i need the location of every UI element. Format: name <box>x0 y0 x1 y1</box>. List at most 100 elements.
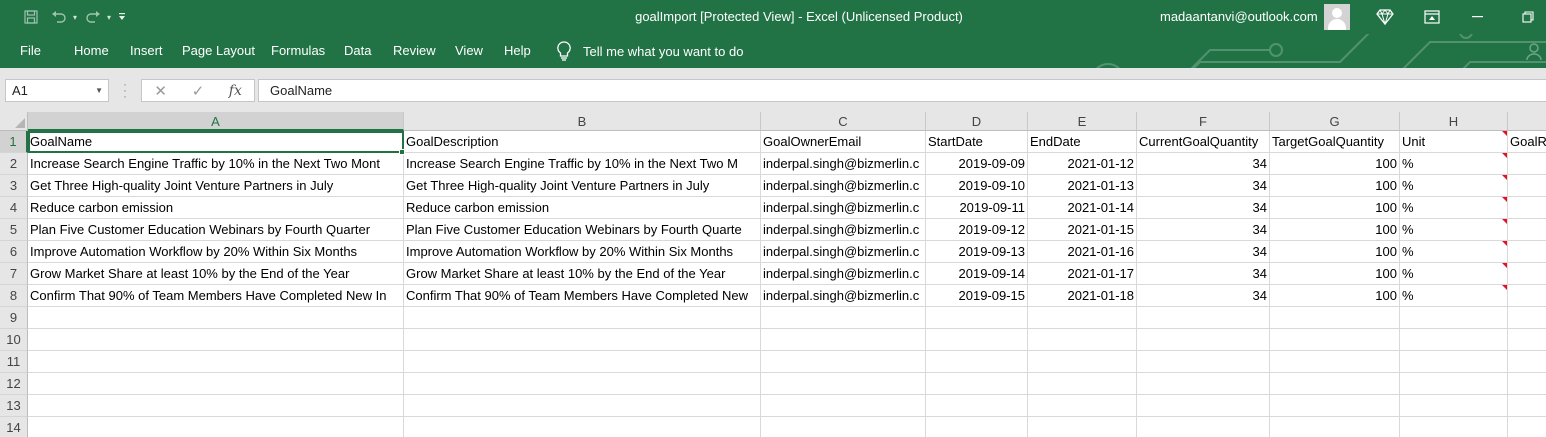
table-cell[interactable]: 34 <box>1137 197 1270 219</box>
row-header[interactable]: 6 <box>0 241 28 263</box>
header-cell[interactable]: CurrentGoalQuantity <box>1137 131 1270 153</box>
table-cell[interactable] <box>761 395 926 417</box>
tab-view[interactable]: View <box>455 34 483 68</box>
table-cell[interactable]: 34 <box>1137 263 1270 285</box>
table-cell[interactable] <box>1400 329 1508 351</box>
table-cell[interactable]: Reduce carbon emission <box>28 197 404 219</box>
table-cell[interactable] <box>1270 307 1400 329</box>
table-cell[interactable] <box>404 329 761 351</box>
table-cell[interactable] <box>28 351 404 373</box>
name-box[interactable]: A1 ▼ <box>5 79 109 102</box>
header-cell[interactable]: TargetGoalQuantity <box>1270 131 1400 153</box>
table-cell[interactable]: 2021-01-14 <box>1028 197 1137 219</box>
table-cell[interactable] <box>404 351 761 373</box>
table-cell[interactable] <box>1028 351 1137 373</box>
row-header[interactable]: 2 <box>0 153 28 175</box>
table-cell[interactable] <box>1028 373 1137 395</box>
table-cell[interactable] <box>926 351 1028 373</box>
worksheet-grid[interactable]: A B C D E F G H 1 2 3 4 5 6 7 8 9 10 11 12 13 14 GoalName GoalD… <box>0 112 1546 437</box>
row-header[interactable]: 12 <box>0 373 28 395</box>
table-cell[interactable] <box>1508 153 1546 175</box>
column-header-d[interactable]: D <box>926 112 1028 131</box>
header-cell[interactable]: Unit <box>1400 131 1508 153</box>
tab-help[interactable]: Help <box>504 34 531 68</box>
table-cell[interactable] <box>1508 241 1546 263</box>
table-cell[interactable]: 2021-01-18 <box>1028 285 1137 307</box>
table-cell[interactable] <box>1137 329 1270 351</box>
row-header[interactable]: 3 <box>0 175 28 197</box>
table-cell[interactable]: Improve Automation Workflow by 20% Withi… <box>404 241 761 263</box>
table-cell[interactable] <box>1508 285 1546 307</box>
table-cell[interactable]: Increase Search Engine Traffic by 10% in… <box>404 153 761 175</box>
row-header[interactable]: 9 <box>0 307 28 329</box>
select-all-corner[interactable] <box>0 112 28 131</box>
table-cell[interactable] <box>28 307 404 329</box>
table-cell[interactable] <box>1137 395 1270 417</box>
table-cell[interactable] <box>1270 417 1400 437</box>
avatar[interactable] <box>1324 4 1350 30</box>
table-cell[interactable]: 100 <box>1270 219 1400 241</box>
table-cell[interactable]: % <box>1400 285 1508 307</box>
tab-formulas[interactable]: Formulas <box>271 34 325 68</box>
table-cell[interactable]: % <box>1400 175 1508 197</box>
table-cell[interactable]: Get Three High-quality Joint Venture Par… <box>404 175 761 197</box>
table-cell[interactable] <box>926 307 1028 329</box>
row-header[interactable]: 13 <box>0 395 28 417</box>
table-cell[interactable]: inderpal.singh@bizmerlin.c <box>761 219 926 241</box>
table-cell[interactable]: 2021-01-16 <box>1028 241 1137 263</box>
header-cell[interactable]: GoalName <box>28 131 404 153</box>
undo-dropdown-icon[interactable]: ▾ <box>70 7 80 27</box>
table-cell[interactable] <box>1028 417 1137 437</box>
table-cell[interactable]: inderpal.singh@bizmerlin.c <box>761 153 926 175</box>
table-cell[interactable] <box>761 373 926 395</box>
table-cell[interactable]: % <box>1400 219 1508 241</box>
table-cell[interactable] <box>28 373 404 395</box>
table-cell[interactable] <box>761 329 926 351</box>
tab-file[interactable]: File <box>20 34 41 68</box>
table-cell[interactable] <box>1400 395 1508 417</box>
column-header-c[interactable]: C <box>761 112 926 131</box>
name-box-dropdown-icon[interactable]: ▼ <box>95 80 103 101</box>
table-cell[interactable] <box>1508 373 1546 395</box>
table-cell[interactable]: 2021-01-17 <box>1028 263 1137 285</box>
table-cell[interactable]: 100 <box>1270 197 1400 219</box>
table-cell[interactable]: Grow Market Share at least 10% by the En… <box>404 263 761 285</box>
table-cell[interactable] <box>1508 197 1546 219</box>
table-cell[interactable]: Get Three High-quality Joint Venture Par… <box>28 175 404 197</box>
table-cell[interactable]: 2019-09-10 <box>926 175 1028 197</box>
table-cell[interactable] <box>1508 417 1546 437</box>
table-cell[interactable] <box>28 417 404 437</box>
table-cell[interactable]: Plan Five Customer Education Webinars by… <box>404 219 761 241</box>
table-cell[interactable] <box>1508 263 1546 285</box>
table-cell[interactable] <box>926 395 1028 417</box>
row-header[interactable]: 5 <box>0 219 28 241</box>
table-cell[interactable]: % <box>1400 153 1508 175</box>
header-cell[interactable]: GoalOwnerEmail <box>761 131 926 153</box>
column-header-g[interactable]: G <box>1270 112 1400 131</box>
table-cell[interactable] <box>1137 417 1270 437</box>
column-header-f[interactable]: F <box>1137 112 1270 131</box>
table-cell[interactable] <box>761 351 926 373</box>
redo-dropdown-icon[interactable]: ▾ <box>104 7 114 27</box>
table-cell[interactable] <box>28 329 404 351</box>
table-cell[interactable]: % <box>1400 241 1508 263</box>
table-cell[interactable] <box>1028 307 1137 329</box>
tell-me-search[interactable]: Tell me what you want to do <box>556 34 743 68</box>
table-cell[interactable]: inderpal.singh@bizmerlin.c <box>761 175 926 197</box>
table-cell[interactable]: 2021-01-13 <box>1028 175 1137 197</box>
table-cell[interactable]: % <box>1400 197 1508 219</box>
row-header[interactable]: 4 <box>0 197 28 219</box>
table-cell[interactable]: % <box>1400 263 1508 285</box>
tab-insert[interactable]: Insert <box>130 34 163 68</box>
table-cell[interactable]: 2019-09-12 <box>926 219 1028 241</box>
header-cell[interactable]: GoalDescription <box>404 131 761 153</box>
table-cell[interactable]: 34 <box>1137 219 1270 241</box>
table-cell[interactable] <box>404 395 761 417</box>
table-cell[interactable] <box>404 307 761 329</box>
table-cell[interactable] <box>926 329 1028 351</box>
table-cell[interactable]: Improve Automation Workflow by 20% Withi… <box>28 241 404 263</box>
table-cell[interactable]: inderpal.singh@bizmerlin.c <box>761 197 926 219</box>
table-cell[interactable] <box>1028 395 1137 417</box>
table-cell[interactable]: Reduce carbon emission <box>404 197 761 219</box>
table-cell[interactable]: 34 <box>1137 241 1270 263</box>
